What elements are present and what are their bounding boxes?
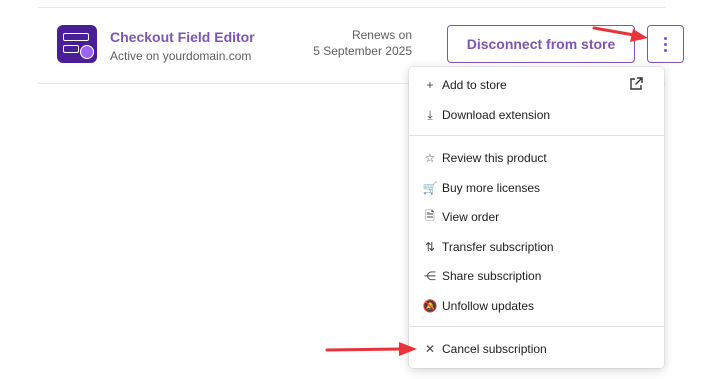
menu-item-download-extension[interactable]: ⤓ Download extension: [409, 102, 664, 128]
menu-item-label: Add to store: [442, 78, 507, 92]
top-divider: [38, 7, 665, 8]
download-icon: ⤓: [427, 107, 433, 122]
cart-icon: 🛒: [422, 181, 438, 195]
menu-item-view-order[interactable]: 🗎 View order: [409, 204, 664, 230]
renews-label: Renews on: [351, 28, 412, 42]
menu-item-add-to-store[interactable]: + Add to store: [409, 72, 664, 98]
transfer-icon: ⇅: [424, 240, 436, 254]
menu-item-label: Buy more licenses: [442, 181, 541, 195]
menu-separator: [409, 326, 664, 327]
menu-item-label: Download extension: [442, 108, 551, 122]
menu-item-label: Cancel subscription: [442, 342, 547, 356]
menu-item-label: Transfer subscription: [442, 240, 554, 254]
document-icon: 🗎: [425, 208, 435, 223]
annotation-arrow-cancel: [325, 342, 417, 356]
menu-item-label: Unfollow updates: [442, 299, 535, 313]
menu-item-cancel-subscription[interactable]: ✕ Cancel subscription: [409, 336, 664, 362]
menu-item-label: View order: [442, 210, 500, 224]
star-icon: ☆: [424, 151, 436, 165]
menu-item-label: Review this product: [442, 151, 547, 165]
renews-date: 5 September 2025: [313, 44, 412, 58]
more-options-button[interactable]: [647, 25, 684, 63]
menu-separator: [409, 135, 664, 136]
close-icon: ✕: [424, 342, 436, 356]
subscription-actions-menu: + Add to store ⤓ Download extension ☆ Re…: [409, 67, 664, 368]
plus-icon: +: [426, 78, 434, 92]
share-icon: ⋲: [424, 269, 436, 283]
annotation-arrow-kebab: [592, 26, 648, 42]
bell-off-icon: 🔕: [422, 299, 438, 313]
menu-item-share-subscription[interactable]: ⋲ Share subscription: [409, 263, 664, 289]
product-title[interactable]: Checkout Field Editor: [110, 29, 255, 45]
menu-item-label: Share subscription: [442, 269, 542, 283]
menu-item-review-product[interactable]: ☆ Review this product: [409, 145, 664, 171]
product-subtitle: Active on yourdomain.com: [110, 49, 252, 63]
menu-item-unfollow-updates[interactable]: 🔕 Unfollow updates: [409, 293, 664, 319]
menu-item-buy-more-licenses[interactable]: 🛒 Buy more licenses: [409, 175, 664, 201]
menu-item-transfer-subscription[interactable]: ⇅ Transfer subscription: [409, 234, 664, 260]
checkout-field-editor-icon: [57, 25, 97, 63]
